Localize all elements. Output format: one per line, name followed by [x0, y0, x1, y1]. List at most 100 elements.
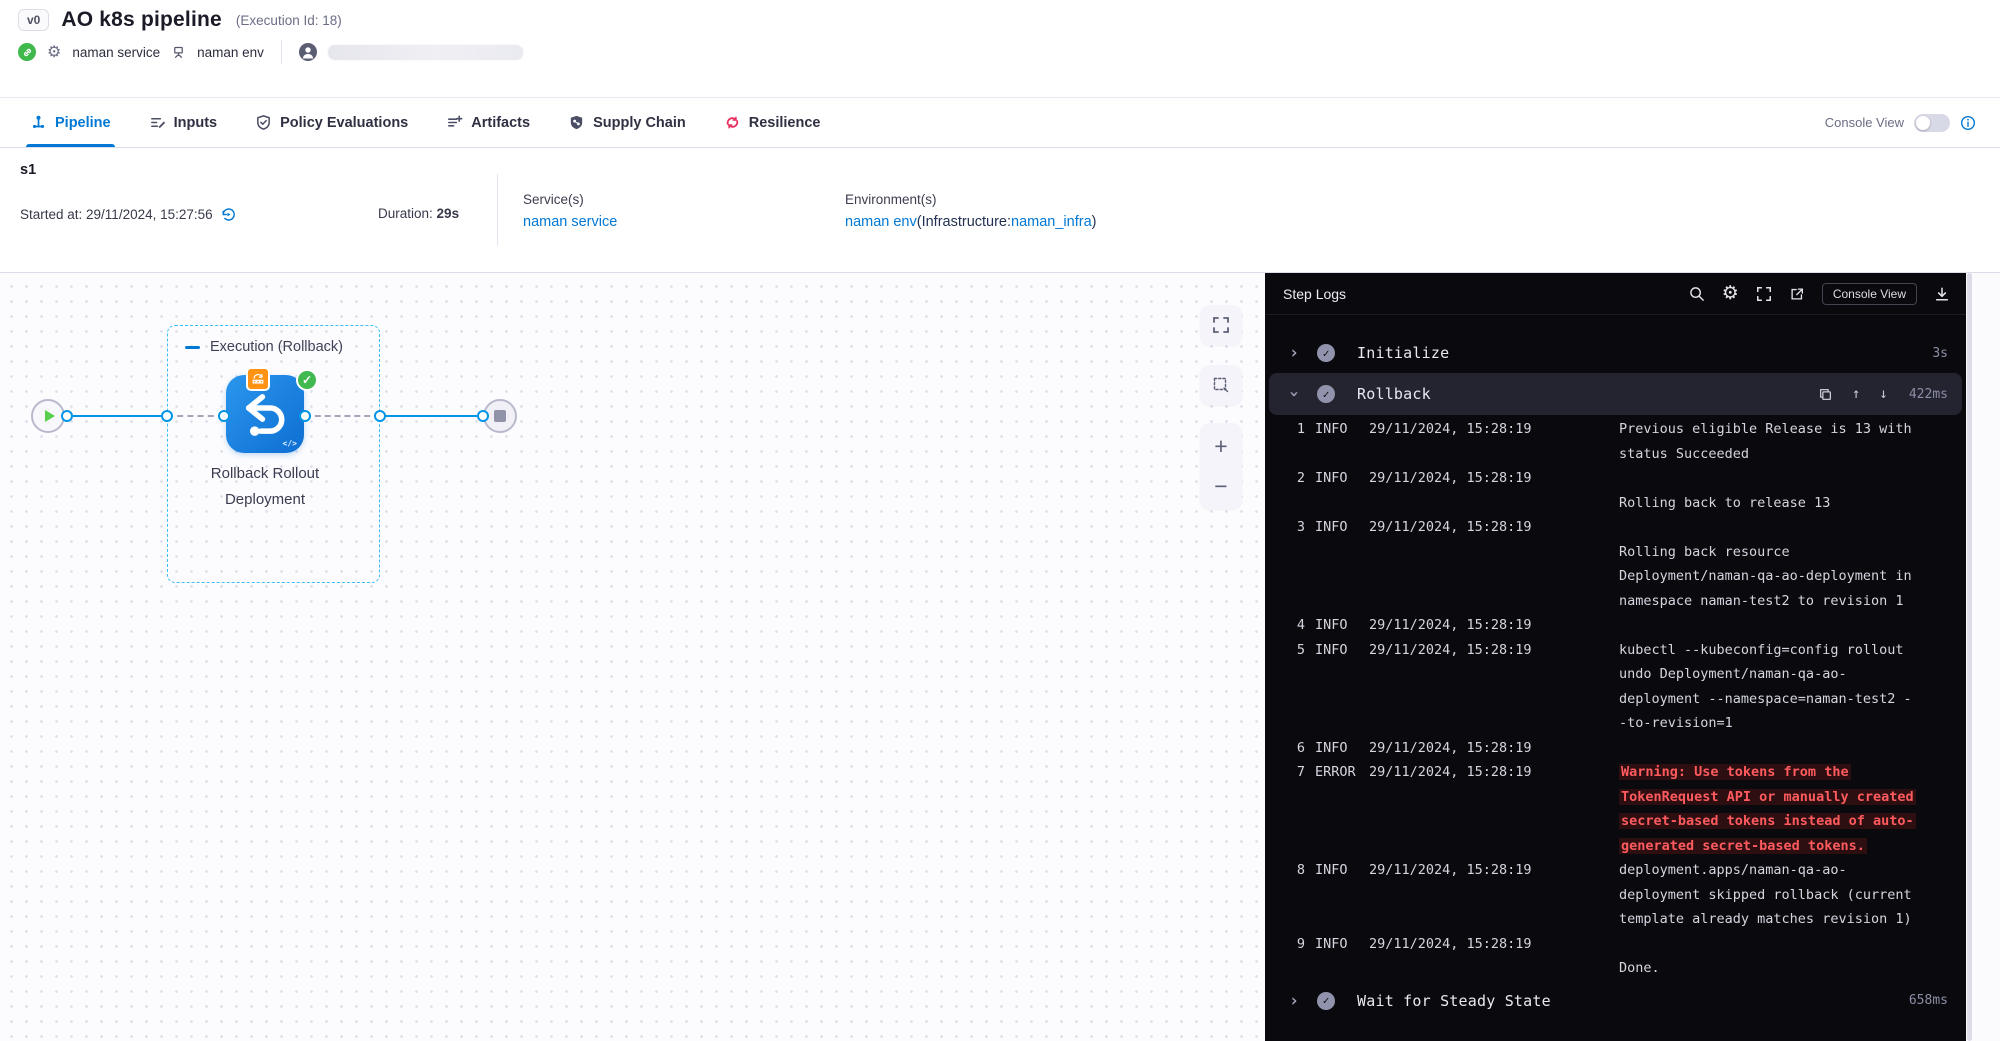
log-message-line: -to-revision=1: [1619, 711, 1952, 736]
log-level: INFO: [1315, 417, 1359, 466]
log-message: Rolling back resourceDeployment/naman-qa…: [1619, 515, 1952, 613]
log-line: 3INFO29/11/2024, 15:28:19 Rolling back r…: [1285, 515, 1952, 613]
started-at-text: Started at: 29/11/2024, 15:27:56: [20, 207, 213, 222]
log-message: deployment.apps/naman-qa-ao-deployment s…: [1619, 858, 1952, 932]
log-timestamp: 29/11/2024, 15:28:19: [1369, 613, 1609, 638]
stage-name: s1: [20, 162, 36, 178]
download-logs-icon[interactable]: [1934, 286, 1950, 302]
console-view-button[interactable]: Console View: [1822, 283, 1917, 305]
scroll-down-icon[interactable]: ↓: [1879, 386, 1887, 402]
history-icon[interactable]: [220, 206, 237, 223]
stop-icon: [494, 410, 506, 422]
execution-group-box: Execution (Rollback): [167, 325, 380, 583]
tab-pipeline[interactable]: Pipeline: [30, 98, 111, 147]
search-icon[interactable]: [1689, 286, 1705, 302]
version-badge: v0: [18, 9, 49, 31]
environment-link[interactable]: naman env: [845, 214, 917, 230]
tab-policy-evaluations[interactable]: Policy Evaluations: [255, 98, 408, 147]
log-message-line: secret-based tokens instead of auto-: [1619, 809, 1952, 834]
header-divider: [281, 40, 282, 64]
log-line: 2INFO29/11/2024, 15:28:19 Rolling back t…: [1285, 466, 1952, 515]
scrollbar-thumb[interactable]: [1967, 273, 1972, 1041]
execution-id: (Execution Id: 18): [236, 13, 342, 28]
log-line-number: 3: [1285, 515, 1305, 613]
scroll-up-icon[interactable]: ↑: [1852, 386, 1860, 402]
step-logs-title: Step Logs: [1283, 286, 1346, 302]
console-view-toggle[interactable]: [1914, 114, 1950, 132]
log-level: INFO: [1315, 613, 1359, 638]
tab-supply-chain[interactable]: Supply Chain: [568, 98, 686, 147]
inputs-icon: [149, 114, 166, 131]
step-logs-toolbar: ⚙ Console View: [1689, 283, 1950, 305]
chevron-down-icon[interactable]: ›: [1284, 387, 1304, 401]
log-timestamp: 29/11/2024, 15:28:19: [1369, 760, 1609, 858]
zoom-to-fit-button[interactable]: [1200, 305, 1242, 345]
redacted-user-email: [328, 45, 523, 60]
connector-dot: [61, 410, 73, 422]
section-duration: 3s: [1932, 346, 1948, 361]
service-link[interactable]: naman service: [523, 214, 617, 230]
tab-artifacts[interactable]: Artifacts: [446, 98, 530, 147]
zoom-in-button[interactable]: +: [1214, 426, 1227, 466]
tab-label: Policy Evaluations: [280, 115, 408, 131]
log-message-line: deployment skipped rollback (current: [1619, 883, 1952, 908]
stage-divider: [497, 174, 498, 246]
log-section-rollback[interactable]: › ✓ Rollback ↑ ↓ 422ms: [1269, 373, 1962, 415]
started-at: Started at: 29/11/2024, 15:27:56: [20, 206, 237, 223]
section-label: Wait for Steady State: [1357, 992, 1551, 1010]
open-external-icon[interactable]: [1789, 286, 1805, 302]
selection-mode-button[interactable]: [1200, 365, 1242, 405]
log-message-line: [1619, 932, 1952, 957]
log-line-number: 8: [1285, 858, 1305, 932]
pipeline-start-node[interactable]: [31, 399, 65, 433]
gear-icon[interactable]: ⚙: [47, 42, 61, 62]
log-settings-gear-icon[interactable]: ⚙: [1722, 284, 1739, 303]
chevron-right-icon[interactable]: ›: [1287, 343, 1301, 363]
connector-dot: [161, 410, 173, 422]
tab-label: Pipeline: [55, 115, 111, 131]
chevron-right-icon[interactable]: ›: [1287, 991, 1301, 1011]
resilience-icon: [724, 114, 741, 131]
services-label: Service(s): [523, 192, 584, 207]
tab-label: Inputs: [174, 115, 218, 131]
tab-resilience[interactable]: Resilience: [724, 98, 821, 147]
log-level: INFO: [1315, 466, 1359, 515]
log-section-initialize[interactable]: › ✓ Initialize 3s: [1265, 333, 1966, 373]
connector-dot: [218, 410, 230, 422]
log-message-line: Previous eligible Release is 13 with: [1619, 417, 1952, 442]
log-line: 7ERROR29/11/2024, 15:28:19Warning: Use t…: [1285, 760, 1952, 858]
log-line-number: 2: [1285, 466, 1305, 515]
artifacts-icon: [446, 114, 463, 131]
log-timestamp: 29/11/2024, 15:28:19: [1369, 638, 1609, 736]
stage-info-bar: s1 Started at: 29/11/2024, 15:27:56 Dura…: [0, 148, 2000, 273]
infrastructure-link[interactable]: naman_infra: [1011, 214, 1092, 230]
log-timestamp: 29/11/2024, 15:28:19: [1369, 417, 1609, 466]
expand-icon[interactable]: [1756, 286, 1772, 302]
collapse-group-icon[interactable]: [185, 346, 200, 349]
log-line: 4INFO29/11/2024, 15:28:19: [1285, 613, 1952, 638]
tab-inputs[interactable]: Inputs: [149, 98, 218, 147]
duration-label: Duration:: [378, 206, 433, 221]
log-message-line: template already matches revision 1): [1619, 907, 1952, 932]
log-section-wait-for-steady-state[interactable]: › ✓ Wait for Steady State 658ms: [1265, 981, 1966, 1021]
page-title: AO k8s pipeline: [61, 8, 222, 32]
log-message-line: deployment --namespace=naman-test2 -: [1619, 687, 1952, 712]
log-line-number: 7: [1285, 760, 1305, 858]
console-view-label: Console View: [1825, 115, 1904, 130]
policy-evaluations-icon: [255, 114, 272, 131]
log-message: [1619, 736, 1952, 761]
log-message-line: Rolling back resource: [1619, 540, 1952, 565]
supply-chain-icon: [568, 114, 585, 131]
scrollbar-gutter: [1966, 273, 2000, 1041]
zoom-out-button[interactable]: −: [1214, 466, 1227, 506]
pipeline-execution-page: v0 AO k8s pipeline (Execution Id: 18) ⚙ …: [0, 0, 2000, 1041]
execution-group-label: Execution (Rollback): [210, 339, 343, 355]
log-line: 9INFO29/11/2024, 15:28:19 Done.: [1285, 932, 1952, 981]
duration: Duration: 29s: [378, 206, 459, 221]
log-line-number: 1: [1285, 417, 1305, 466]
environments-label: Environment(s): [845, 192, 937, 207]
rollback-row-actions: ↑ ↓ 422ms: [1818, 386, 1948, 402]
copy-logs-icon[interactable]: [1818, 387, 1833, 402]
log-message-line: [1619, 466, 1952, 491]
info-icon[interactable]: [1960, 115, 1976, 131]
